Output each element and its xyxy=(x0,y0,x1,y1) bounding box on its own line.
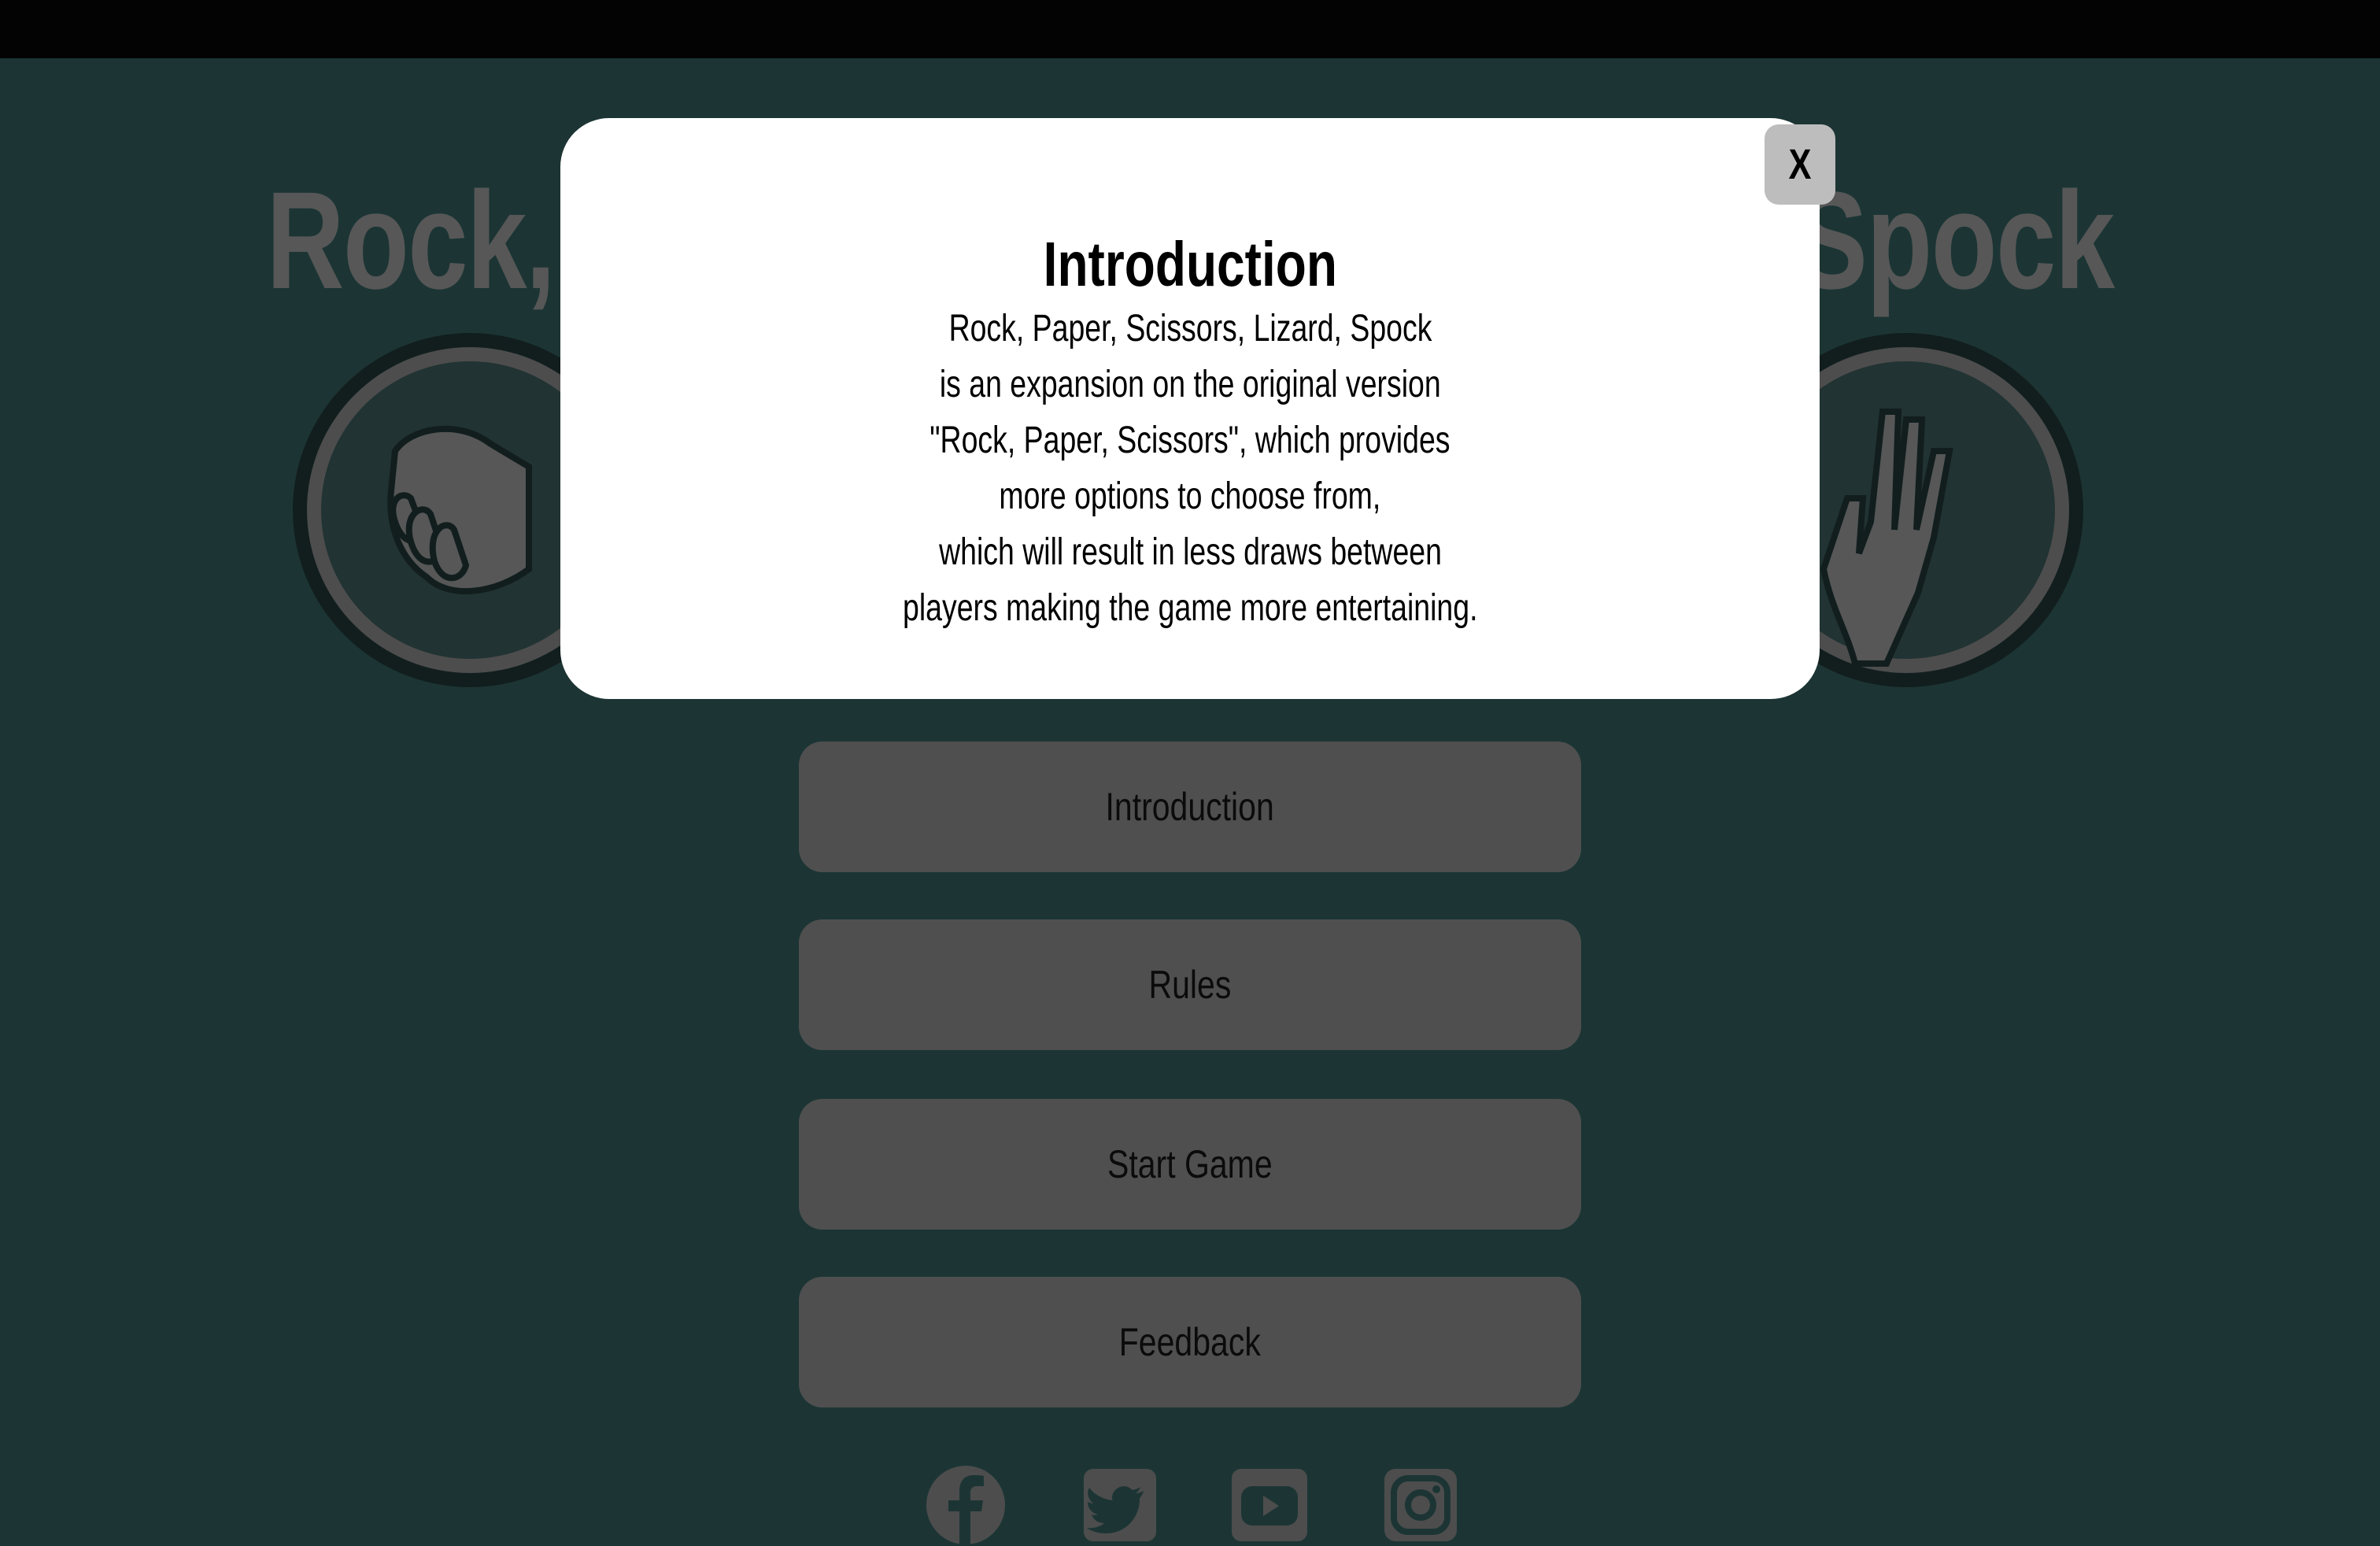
introduction-modal: Introduction Rock, Paper, Scissors, Liza… xyxy=(560,118,1835,699)
close-button[interactable]: X xyxy=(1765,124,1835,205)
facebook-icon[interactable] xyxy=(925,1464,1007,1546)
introduction-button[interactable]: Introduction xyxy=(799,742,1581,872)
modal-line: Rock, Paper, Scissors, Lizard, Spock xyxy=(948,308,1432,350)
modal-title: Introduction xyxy=(1043,229,1337,300)
modal-line: is an expansion on the original version xyxy=(939,364,1441,405)
rules-button[interactable]: Rules xyxy=(799,919,1581,1050)
instagram-icon[interactable] xyxy=(1380,1464,1462,1546)
modal-body: Rock, Paper, Scissors, Lizard, Spock is … xyxy=(560,301,1820,636)
modal-line: players making the game more entertainin… xyxy=(902,587,1478,629)
feedback-button[interactable]: Feedback xyxy=(799,1277,1581,1407)
browser-top-bar xyxy=(0,0,2380,58)
modal-line: which will result in less draws between xyxy=(938,531,1442,573)
youtube-icon[interactable] xyxy=(1229,1464,1310,1546)
start-game-button[interactable]: Start Game xyxy=(799,1099,1581,1230)
modal-line: "Rock, Paper, Scissors", which provides xyxy=(929,420,1451,461)
twitter-icon[interactable] xyxy=(1079,1464,1161,1546)
modal-line: more options to choose from, xyxy=(999,475,1381,517)
